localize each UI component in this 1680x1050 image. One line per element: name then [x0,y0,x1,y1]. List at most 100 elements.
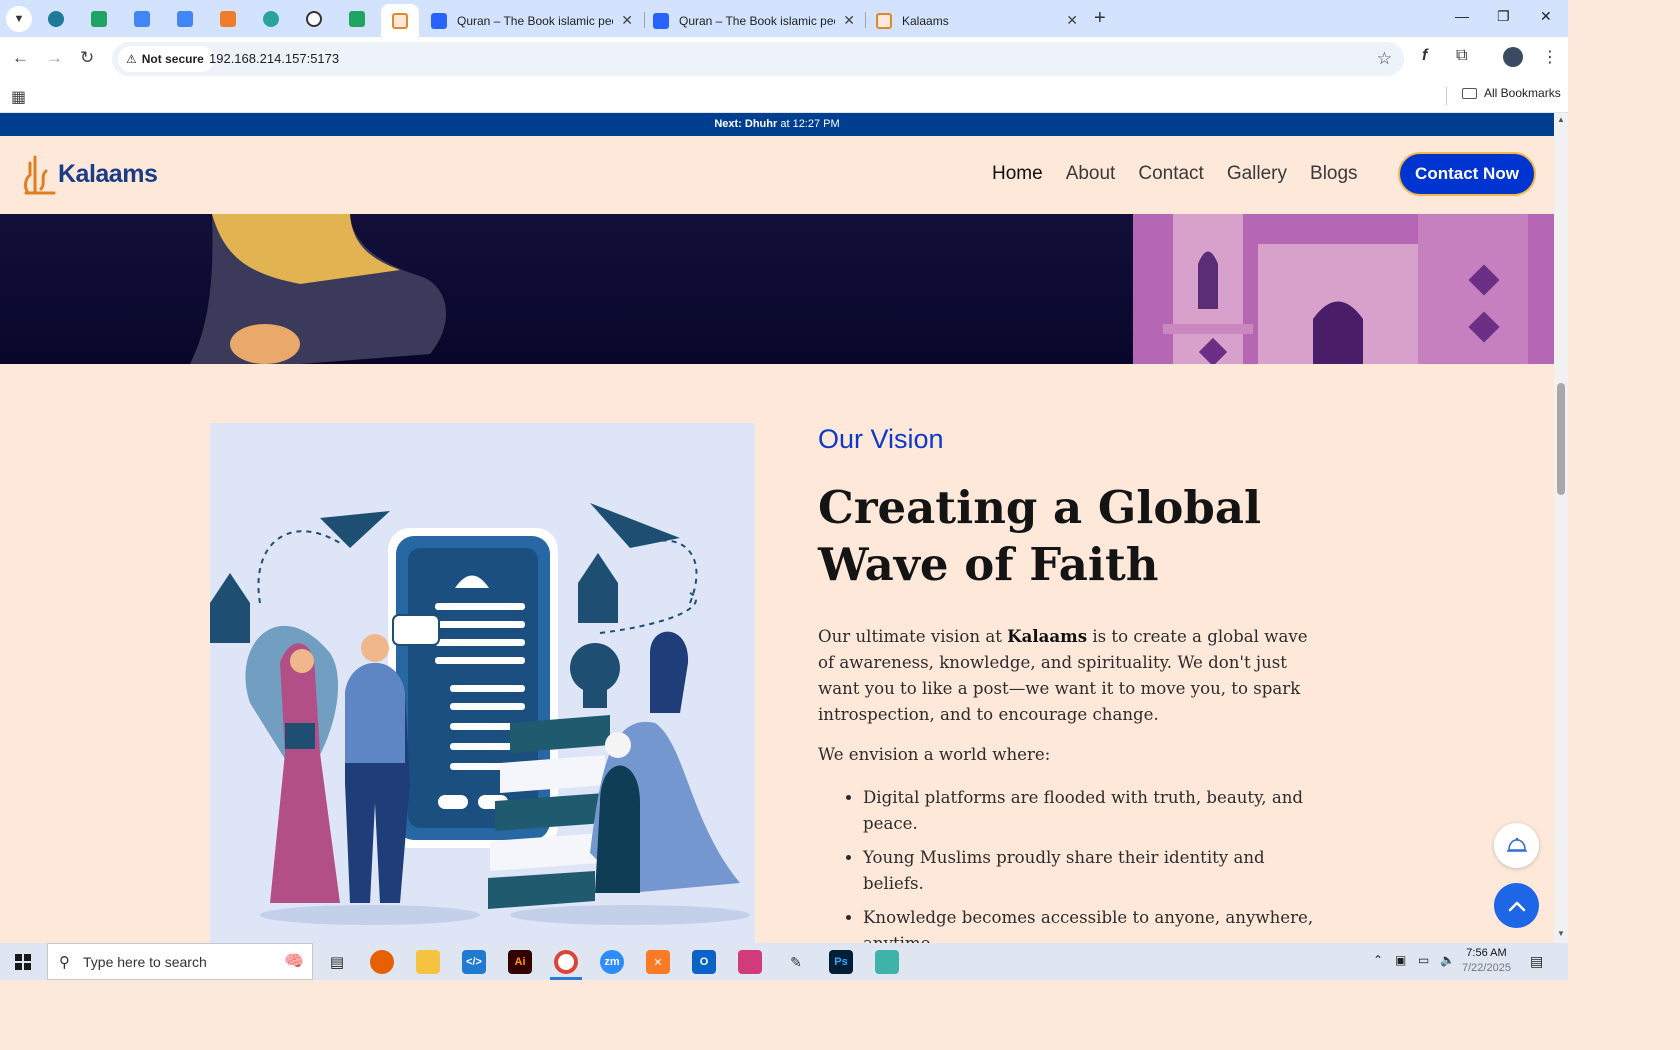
new-tab-button[interactable]: + [1094,8,1106,28]
font-extension-icon[interactable]: f [1422,47,1427,65]
nav-contact[interactable]: Contact [1138,163,1203,185]
illustrator-icon[interactable]: Ai [508,950,532,974]
bookmark-star-icon[interactable]: ☆ [1377,49,1392,69]
kalaams-favicon [876,12,892,29]
outlook-icon[interactable]: O [692,950,716,974]
main-nav: Home About Contact Gallery Blogs [992,163,1358,185]
omnibox[interactable]: ⚠ Not secure 192.168.214.157:5173 ☆ [112,42,1404,76]
window-close-icon[interactable]: ✕ [1540,8,1552,25]
windows-logo-icon [15,953,31,970]
pinned-tab-docs-2[interactable] [174,8,196,30]
pinned-tab-docs[interactable] [131,8,153,30]
address-bar-row: ← → ↻ ⚠ Not secure 192.168.214.157:5173 … [0,37,1568,81]
site-info-chip[interactable]: ⚠ Not secure [118,46,214,72]
tray-chevron-icon[interactable]: ⌃ [1373,953,1383,967]
bookmarks-divider [1446,87,1447,105]
all-bookmarks-folder[interactable]: All Bookmarks [1462,86,1561,100]
pen-tool-icon[interactable]: ✎ [784,950,808,974]
site-header: Kalaams Home About Contact Gallery Blogs… [0,136,1554,214]
search-highlight-icon: 🧠 [284,953,304,970]
chrome-icon[interactable] [554,950,578,974]
doc-favicon [431,12,447,29]
hero-banner [0,214,1554,364]
restore-icon[interactable]: ❐ [1497,8,1510,25]
vision-paragraph: Our ultimate vision at Kalaams is to cre… [818,626,1308,724]
warning-icon: ⚠ [126,52,137,66]
page-viewport: Next: Dhuhr at 12:27 PM Kalaams Home Abo… [0,113,1554,943]
doc-favicon [653,12,669,29]
scroll-up-arrow-icon[interactable]: ▲ [1557,115,1565,124]
url-text[interactable]: 192.168.214.157:5173 [209,51,339,66]
tab-kalaams[interactable]: Kalaams ✕ [866,4,1088,37]
kebab-menu-icon[interactable]: ⋮ [1542,47,1558,67]
folder-icon [1462,87,1477,99]
brand-name-bold: Kalaams [1007,626,1088,646]
extensions-puzzle-icon[interactable]: ⧉ [1456,47,1467,65]
tab-kalaams-active[interactable] [381,4,419,37]
app-icon[interactable] [875,950,899,974]
tab-quran-1[interactable]: Quran – The Book islamic peopl ✕ [421,4,643,37]
zoom-icon[interactable]: zm [600,950,624,974]
hero-figure-illustration [190,214,447,364]
file-explorer-icon[interactable] [416,950,440,974]
notifications-icon[interactable]: ▤ [1530,953,1543,970]
list-item: Young Muslims proudly share their identi… [863,845,1323,897]
bell-icon [1506,837,1527,852]
search-icon: ⚲ [59,954,70,971]
profile-avatar[interactable] [1503,47,1523,67]
site-logo[interactable]: Kalaams [22,153,158,195]
task-view-icon[interactable]: ▤ [325,950,349,974]
tab-search-button[interactable]: ▼ [6,6,32,32]
scroll-down-arrow-icon[interactable]: ▼ [1557,929,1565,938]
creative-cloud-icon[interactable] [738,950,762,974]
pinned-tab-1[interactable] [45,8,67,30]
pinned-tab-sheets-2[interactable] [346,8,368,30]
list-item: Digital platforms are flooded with truth… [863,785,1323,837]
vision-points-list: Digital platforms are flooded with truth… [863,785,1323,943]
prayer-time-bar: Next: Dhuhr at 12:27 PM [0,113,1554,136]
windows-start-button[interactable] [0,943,46,980]
scrollbar-thumb[interactable] [1557,383,1565,495]
kalaams-favicon [392,12,408,29]
windows-taskbar: ⚲ Type here to search 🧠 ▤ </> Ai zm ✕ O … [0,943,1568,980]
chevron-up-icon [1508,901,1525,911]
list-item: Knowledge becomes accessible to anyone, … [863,905,1323,943]
nav-blogs[interactable]: Blogs [1310,163,1358,185]
close-icon[interactable]: ✕ [843,12,855,29]
browser-tab-bar: ▼ Quran – The Book islamic peopl ✕ Quran… [0,0,1568,37]
back-icon[interactable]: ← [12,49,29,67]
close-icon[interactable]: ✕ [621,12,633,29]
nav-gallery[interactable]: Gallery [1227,163,1287,185]
tray-app-icon[interactable]: ▣ [1395,953,1406,967]
nav-about[interactable]: About [1066,163,1116,185]
volume-icon[interactable]: 🔈 [1440,953,1455,967]
pinned-tab-5[interactable] [260,8,282,30]
photoshop-icon[interactable]: Ps [829,950,853,974]
minimize-icon[interactable]: — [1455,8,1469,24]
vision-illustration [210,423,755,943]
taskbar-clock[interactable]: 7:56 AM 7/22/2025 [1462,946,1511,976]
hero-mosque-illustration [1133,214,1554,364]
section-headline: Creating a Global Wave of Faith [818,481,1262,591]
contact-now-button[interactable]: Contact Now [1398,152,1536,196]
pinned-tab-4[interactable] [217,8,239,30]
firefox-icon[interactable] [370,950,394,974]
bell-icon-button[interactable] [1494,823,1539,868]
xampp-icon[interactable]: ✕ [646,950,670,974]
bookmarks-bar: ▦ All Bookmarks [0,81,1568,113]
reload-icon[interactable]: ↻ [80,49,94,67]
scroll-to-top-button[interactable] [1494,883,1539,928]
taskbar-search[interactable]: ⚲ Type here to search 🧠 [47,943,313,980]
nav-home[interactable]: Home [992,163,1043,185]
vscode-icon[interactable]: </> [462,950,486,974]
kalaams-logo-icon [24,155,56,195]
tab-quran-2[interactable]: Quran – The Book islamic peopl ✕ [643,4,865,37]
close-icon[interactable]: ✕ [1066,12,1078,29]
page-scrollbar[interactable]: ▲ ▼ [1554,113,1568,943]
pinned-tab-chatgpt[interactable] [303,8,325,30]
section-kicker: Our Vision [818,424,944,454]
network-icon[interactable]: ▭ [1418,953,1429,967]
forward-icon[interactable]: → [46,49,63,67]
apps-grid-icon[interactable]: ▦ [11,87,26,107]
pinned-tab-sheets[interactable] [88,8,110,30]
